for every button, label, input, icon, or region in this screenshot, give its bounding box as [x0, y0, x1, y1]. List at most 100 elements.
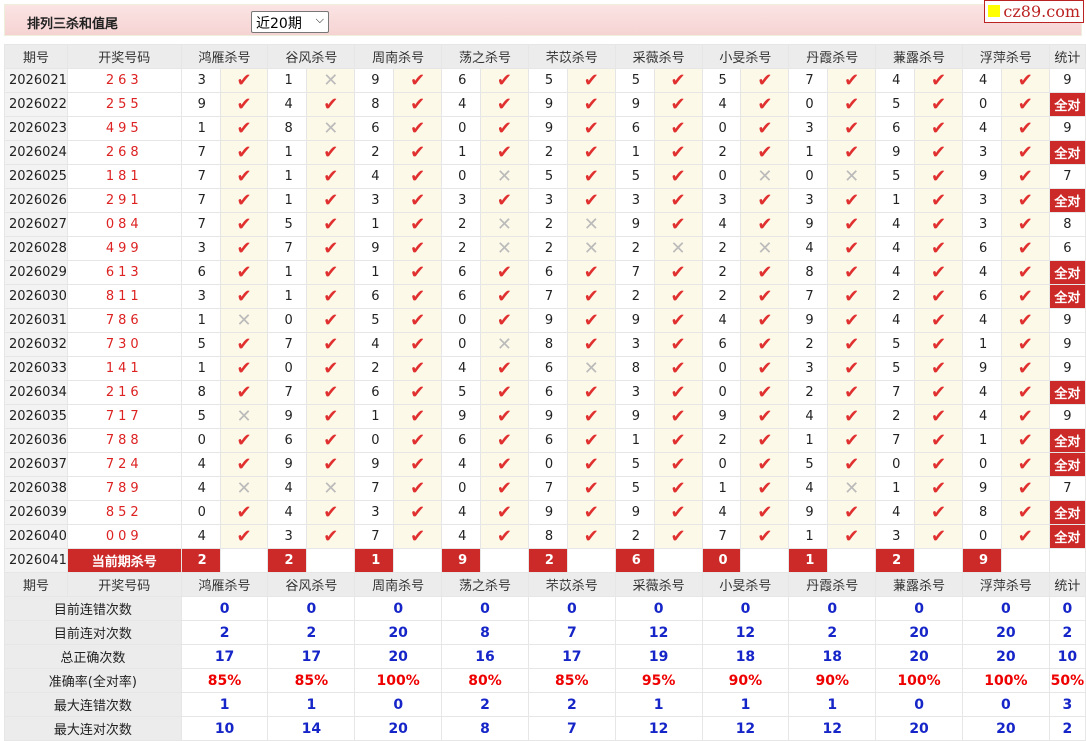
summary-row: 准确率(全对率) 85% 85% 100% 80% 85% 95% 90% 90% 100% 100…	[4, 668, 1086, 693]
kill-digit: 4	[701, 92, 742, 117]
kill-digit: 6	[527, 260, 568, 285]
summary-value: 2	[267, 620, 356, 645]
kill-digit: 6	[441, 260, 482, 285]
kill-digit: 9	[180, 92, 221, 117]
check-icon: ✔	[914, 260, 963, 285]
draw-number: 291	[66, 188, 182, 213]
kill-digit: 9	[961, 356, 1002, 381]
check-icon: ✔	[306, 92, 356, 117]
kill-digit: 4	[961, 404, 1002, 429]
kill-digit: 6	[701, 332, 742, 357]
check-icon: ✔	[480, 500, 529, 525]
table-row: 2026033 141 1 ✔ 0 ✔ 2 ✔ 4 ✔ 6 ✕ 8 ✔ 0 ✔ 3 ✔ 5 ✔ 9 ✔ 9	[4, 356, 1086, 381]
summary-value: 2	[788, 620, 877, 645]
check-icon: ✔	[827, 404, 877, 429]
current-kill-digit: 9	[441, 548, 482, 573]
kill-digit: 7	[788, 284, 829, 309]
col-number: 开奖号码	[66, 44, 182, 69]
summary-value: 20	[875, 620, 963, 645]
check-icon: ✔	[1000, 476, 1050, 501]
kill-digit: 9	[354, 236, 395, 261]
summary-value: 17	[267, 644, 356, 669]
check-icon: ✔	[480, 308, 529, 333]
check-icon: ✔	[393, 500, 443, 525]
cross-icon: ✕	[827, 476, 877, 501]
chevron-down-icon: ⌵	[315, 13, 324, 26]
check-icon: ✔	[740, 380, 790, 405]
check-icon: ✔	[1000, 404, 1050, 429]
kill-digit: 9	[614, 212, 655, 237]
kill-digit: 9	[788, 308, 829, 333]
issue-cell: 2026038	[4, 476, 68, 501]
issue-cell: 2026027	[4, 212, 68, 237]
kill-digit: 8	[180, 380, 221, 405]
check-icon: ✔	[1000, 236, 1050, 261]
stat-cell: 全对	[1048, 524, 1086, 549]
summary-value: 17	[180, 644, 269, 669]
kill-digit: 1	[180, 308, 221, 333]
check-icon: ✔	[393, 92, 443, 117]
check-icon: ✔	[480, 404, 529, 429]
kill-digit: 4	[180, 524, 221, 549]
check-icon: ✔	[393, 356, 443, 381]
period-select-value: 近20期	[256, 16, 302, 32]
check-icon: ✔	[914, 452, 963, 477]
stat-cell: 6	[1048, 236, 1086, 261]
col-predictor: 浮萍杀号	[961, 572, 1050, 597]
logo-square-icon	[988, 5, 1001, 17]
summary-value: 20	[354, 716, 443, 741]
check-icon: ✔	[1000, 92, 1050, 117]
summary-value: 85%	[267, 668, 356, 693]
draw-number: 786	[66, 308, 182, 333]
kill-digit: 6	[180, 260, 221, 285]
check-icon: ✔	[306, 236, 356, 261]
period-select[interactable]: 近20期 ⌵	[251, 11, 329, 33]
col-stat: 统计	[1048, 44, 1086, 69]
check-icon: ✔	[827, 380, 877, 405]
check-icon: ✔	[740, 116, 790, 141]
top-bar: 排列三杀和值尾 近20期 ⌵	[4, 4, 1082, 36]
check-icon: ✔	[306, 356, 356, 381]
current-row: 2026041 当前期杀号 2 2 1 9 2 6 0 1 2 9	[4, 548, 1086, 573]
check-icon: ✔	[306, 308, 356, 333]
kill-digit: 6	[527, 380, 568, 405]
cross-icon: ✕	[306, 116, 356, 141]
check-icon: ✔	[393, 428, 443, 453]
kill-digit: 7	[701, 524, 742, 549]
kill-digit: 5	[788, 452, 829, 477]
cross-icon: ✕	[566, 236, 616, 261]
site-logo[interactable]: cz89.com	[984, 0, 1084, 23]
table-row: 2026040 009 4 ✔ 3 ✔ 7 ✔ 4 ✔ 8 ✔ 2 ✔ 7 ✔ 1 ✔ 3 ✔ 0 ✔ 全对	[4, 524, 1086, 549]
summary-value: 100%	[354, 668, 443, 693]
kill-digit: 5	[441, 380, 482, 405]
check-icon: ✔	[566, 476, 616, 501]
summary-value: 0	[441, 596, 529, 621]
table-row: 2026024 268 7 ✔ 1 ✔ 2 ✔ 1 ✔ 2 ✔ 1 ✔ 2 ✔ 1 ✔ 9 ✔ 3 ✔ 全对	[4, 140, 1086, 165]
summary-value: 14	[267, 716, 356, 741]
current-kill-digit: 2	[180, 548, 221, 573]
kill-digit: 7	[875, 428, 916, 453]
check-icon: ✔	[480, 452, 529, 477]
summary-value: 0	[614, 596, 703, 621]
check-icon: ✔	[1000, 428, 1050, 453]
empty-cell	[914, 548, 963, 573]
kill-digit: 3	[614, 188, 655, 213]
kill-digit: 6	[441, 428, 482, 453]
check-icon: ✔	[653, 404, 703, 429]
empty-cell	[480, 548, 529, 573]
summary-row: 目前连错次数 0 0 0 0 0 0 0 0 0 0 0	[4, 596, 1086, 621]
check-icon: ✔	[1000, 140, 1050, 165]
check-icon: ✔	[219, 260, 269, 285]
kill-digit: 4	[875, 212, 916, 237]
kill-digit: 3	[441, 188, 482, 213]
kill-digit: 3	[354, 500, 395, 525]
table-row: 2026039 852 0 ✔ 4 ✔ 3 ✔ 4 ✔ 9 ✔ 9 ✔ 4 ✔ 9 ✔ 4 ✔ 8 ✔ 全对	[4, 500, 1086, 525]
check-icon: ✔	[306, 212, 356, 237]
kill-digit: 5	[527, 68, 568, 93]
kill-digit: 3	[180, 68, 221, 93]
kill-digit: 1	[614, 140, 655, 165]
kill-digit: 4	[441, 524, 482, 549]
check-icon: ✔	[306, 500, 356, 525]
check-icon: ✔	[914, 236, 963, 261]
summary-value: 20	[961, 620, 1050, 645]
